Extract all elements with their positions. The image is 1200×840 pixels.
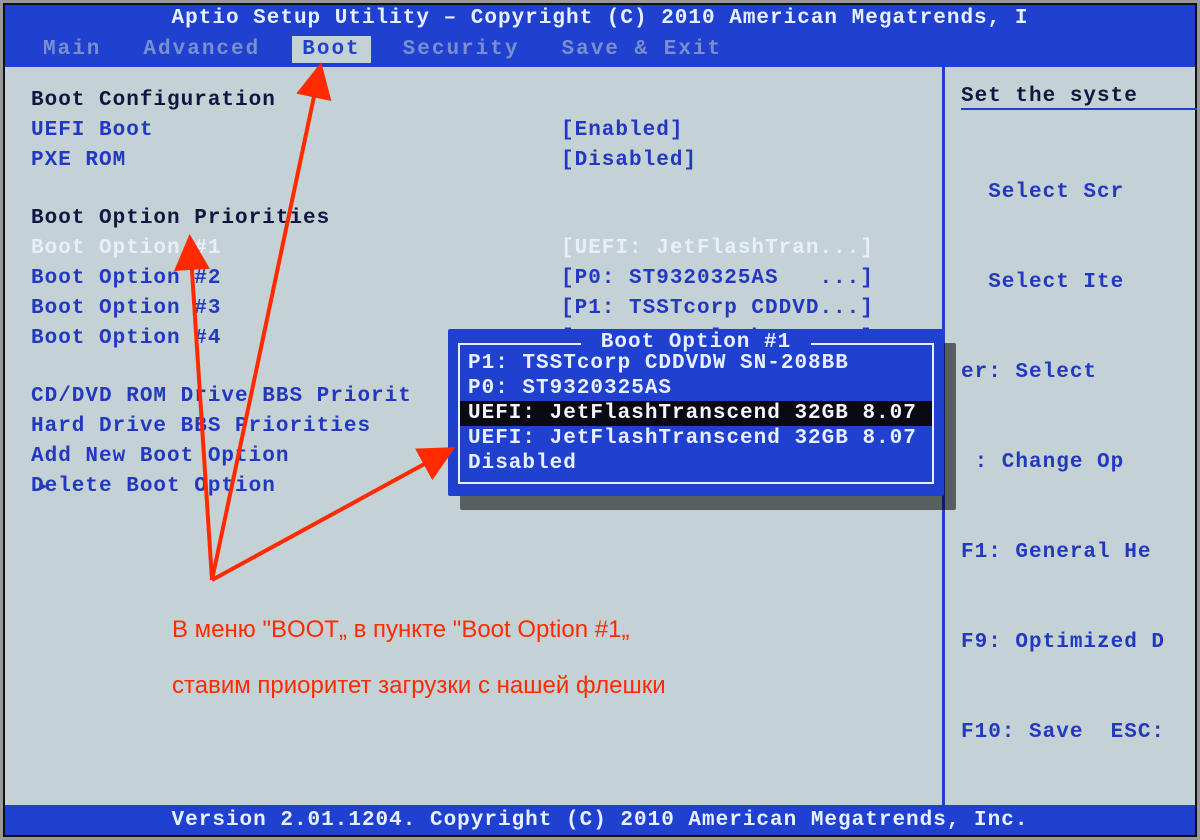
section-boot-priorities: Boot Option Priorities bbox=[31, 207, 561, 230]
help-line: F1: General He bbox=[961, 538, 1197, 568]
side-panel: Set the syste Select Scr Select Ite er: … bbox=[945, 67, 1195, 805]
title-bar: Aptio Setup Utility – Copyright (C) 2010… bbox=[5, 5, 1195, 33]
pxe-rom-value[interactable]: [Disabled] bbox=[561, 149, 697, 172]
popup-item-4[interactable]: Disabled bbox=[460, 451, 932, 476]
uefi-boot-label[interactable]: UEFI Boot bbox=[31, 119, 561, 142]
help-keys: Select Scr Select Ite er: Select : Chang… bbox=[961, 108, 1197, 795]
boot-option-2-value[interactable]: [P0: ST9320325AS ...] bbox=[561, 267, 874, 290]
boot-option-3-value[interactable]: [P1: TSSTcorp CDDVD...] bbox=[561, 297, 874, 320]
popup-title: Boot Option #1 bbox=[460, 331, 932, 354]
pxe-rom-label[interactable]: PXE ROM bbox=[31, 149, 561, 172]
boot-option-popup: Boot Option #1 P1: TSSTcorp CDDVDW SN-20… bbox=[448, 329, 944, 496]
annotation-line-1: В меню "BOOT„ в пункте "Boot Option #1„ bbox=[172, 612, 629, 648]
popup-item-0[interactable]: P1: TSSTcorp CDDVDW SN-208BB bbox=[460, 351, 932, 376]
annotation-line-2: ставим приоритет загрузки с нашей флешки bbox=[172, 668, 666, 704]
section-boot-config: Boot Configuration bbox=[31, 89, 561, 112]
help-line: Select Ite bbox=[961, 268, 1197, 298]
menu-main[interactable]: Main bbox=[33, 36, 111, 63]
boot-option-2-label[interactable]: Boot Option #2 bbox=[31, 267, 561, 290]
menu-save-exit[interactable]: Save & Exit bbox=[552, 36, 733, 63]
popup-item-1[interactable]: P0: ST9320325AS bbox=[460, 376, 932, 401]
uefi-boot-value[interactable]: [Enabled] bbox=[561, 119, 683, 142]
help-line: Select Scr bbox=[961, 178, 1197, 208]
popup-item-2[interactable]: UEFI: JetFlashTranscend 32GB 8.07 bbox=[460, 401, 932, 426]
footer-bar: Version 2.01.1204. Copyright (C) 2010 Am… bbox=[5, 807, 1195, 835]
popup-item-3[interactable]: UEFI: JetFlashTranscend 32GB 8.07 bbox=[460, 426, 932, 451]
help-line: : Change Op bbox=[961, 448, 1197, 478]
boot-option-1-value[interactable]: [UEFI: JetFlashTran...] bbox=[561, 237, 874, 260]
help-description: Set the syste bbox=[961, 85, 1195, 108]
caret-icon: ▸ bbox=[37, 473, 50, 499]
help-line: F9: Optimized D bbox=[961, 628, 1197, 658]
menu-bar: Main Advanced Boot Security Save & Exit bbox=[5, 33, 1195, 65]
menu-boot[interactable]: Boot bbox=[292, 36, 370, 63]
boot-option-3-label[interactable]: Boot Option #3 bbox=[31, 297, 561, 320]
menu-security[interactable]: Security bbox=[393, 36, 530, 63]
menu-advanced[interactable]: Advanced bbox=[133, 36, 270, 63]
popup-frame: Boot Option #1 P1: TSSTcorp CDDVDW SN-20… bbox=[458, 343, 934, 484]
help-line: F10: Save ESC: bbox=[961, 718, 1197, 748]
help-line: er: Select bbox=[961, 358, 1197, 388]
boot-option-1-label[interactable]: Boot Option #1 bbox=[31, 237, 561, 260]
